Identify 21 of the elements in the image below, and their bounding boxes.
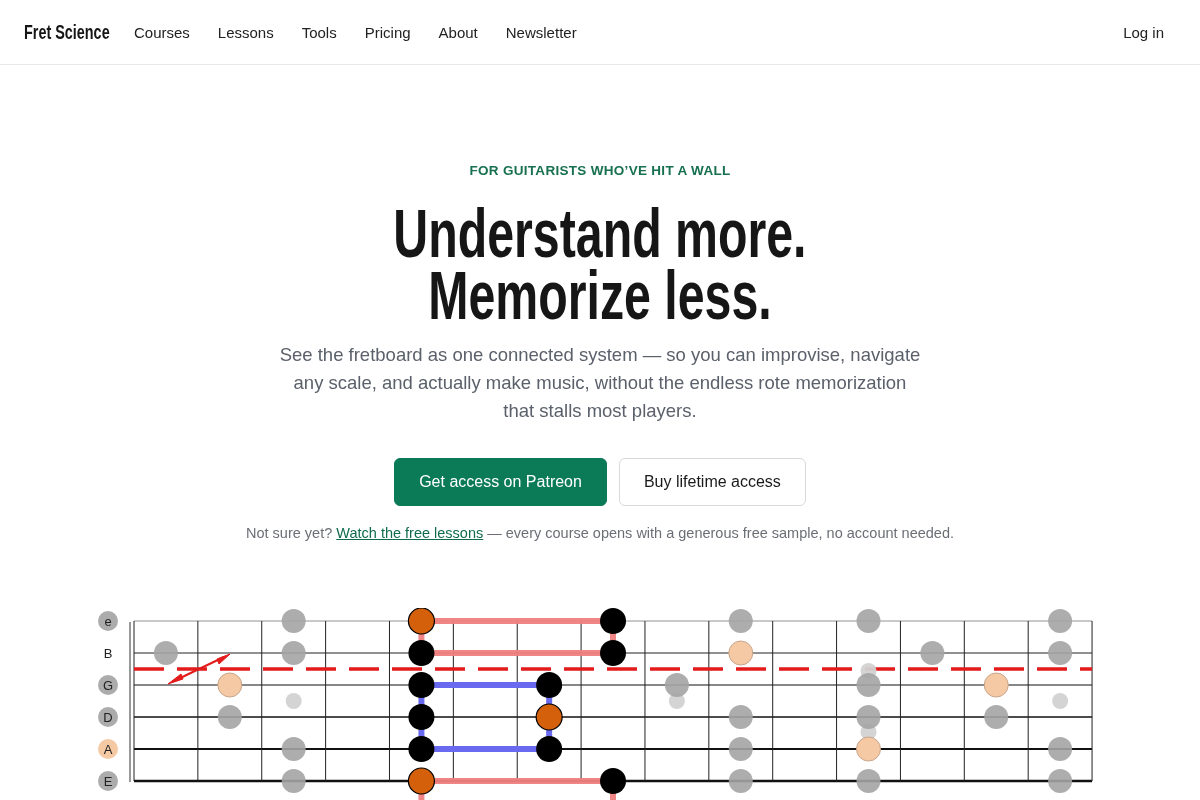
string-label: E — [98, 771, 118, 791]
nav-link[interactable]: Courses — [133, 23, 190, 41]
nav-link[interactable]: Lessons — [217, 23, 274, 41]
login-link[interactable]: Log in — [1123, 23, 1164, 41]
string-label: B — [102, 644, 114, 663]
nav-link[interactable]: Tools — [301, 23, 337, 41]
headline: Understand more. Memorize less. — [393, 202, 807, 326]
nav-link[interactable]: Newsletter — [505, 23, 577, 41]
site-logo[interactable]: Fret Science — [24, 20, 110, 44]
eyebrow-text: FOR GUITARISTS WHO’VE HIT A WALL — [469, 162, 731, 180]
lifetime-access-button[interactable]: Buy lifetime access — [618, 458, 806, 506]
string-label: D — [98, 707, 118, 727]
string-label: e — [98, 611, 118, 631]
nav-link[interactable]: Pricing — [364, 23, 411, 41]
string-label: G — [98, 675, 118, 695]
free-lessons-link[interactable]: Watch the free lessons — [336, 525, 484, 541]
patreon-access-button[interactable]: Get access on Patreon — [394, 458, 607, 506]
string-label: A — [98, 739, 118, 759]
nav-link[interactable]: About — [438, 23, 478, 41]
free-sample-note: Not sure yet? Watch the free lessons — every course opens with a generous free sample, no account needed. — [246, 524, 954, 543]
intro-paragraph: See the fretboard as one connected system — so you can improvise, navigate any scale, and actually make music, without the endless rote memorization that stalls most players. — [278, 343, 922, 423]
